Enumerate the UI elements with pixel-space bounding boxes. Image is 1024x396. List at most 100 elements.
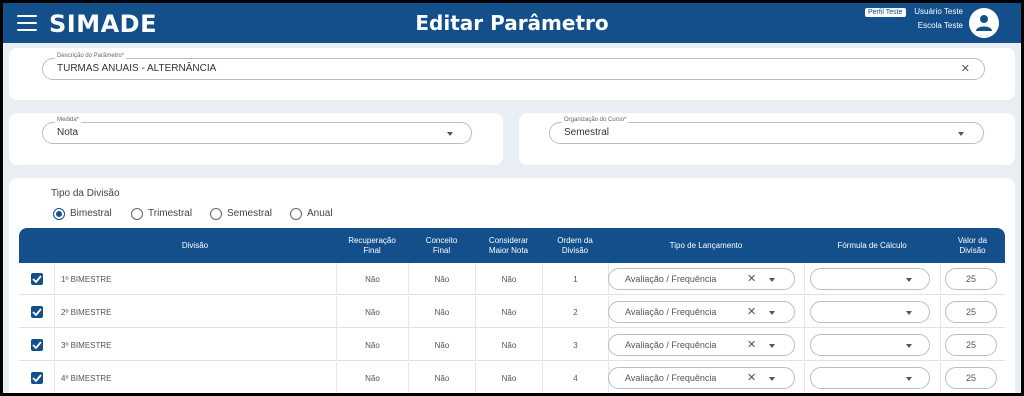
consider-cell: Não [475, 329, 542, 361]
header-launch-type: Tipo de Lançamento [669, 240, 743, 250]
check-icon [32, 341, 42, 349]
radio-trimestral[interactable]: Trimestral [131, 207, 203, 221]
concept-cell: Não [408, 263, 475, 295]
table-row: 4º BIMESTRE Não Não Não 4 Avaliação / Fr… [19, 362, 1005, 393]
value-input[interactable]: 25 [945, 268, 997, 290]
row-checkbox[interactable] [31, 372, 43, 384]
header-recovery: Recuperação Final [348, 235, 396, 255]
header-value: Valor da Divisão [957, 235, 988, 255]
value-input[interactable]: 25 [945, 301, 997, 323]
launch-type-value: Avaliação / Frequência [625, 340, 717, 350]
formula-select[interactable] [810, 268, 930, 290]
chevron-down-icon [769, 311, 775, 315]
profile-badge: Perfil Teste [865, 8, 906, 17]
formula-select[interactable] [810, 367, 930, 389]
app-frame: SIMADE Editar Parâmetro Perfil Teste Usu… [3, 3, 1021, 393]
user-icon [976, 15, 992, 31]
measure-card: Medida* Nota [9, 113, 503, 165]
radio-circle [131, 208, 143, 220]
order-cell: 3 [542, 329, 608, 361]
radio-bimestral[interactable]: Bimestral [53, 207, 123, 221]
top-bar: SIMADE Editar Parâmetro Perfil Teste Usu… [3, 3, 1021, 43]
row-checkbox[interactable] [31, 306, 43, 318]
consider-cell: Não [475, 362, 542, 393]
order-cell: 2 [542, 296, 608, 328]
division-cell: 3º BIMESTRE [54, 329, 336, 361]
launch-type-value: Avaliação / Frequência [625, 373, 717, 383]
radio-circle [210, 208, 222, 220]
course-org-select[interactable]: Organização do Curso* Semestral [549, 117, 984, 144]
description-card: Descrição do Parâmetro* TURMAS ANUAIS - … [9, 48, 1015, 100]
chevron-down-icon [906, 377, 912, 381]
course-org-card: Organização do Curso* Semestral [519, 113, 1015, 165]
launch-type-value: Avaliação / Frequência [625, 274, 717, 284]
recovery-cell: Não [336, 263, 408, 295]
header-order: Ordem da Divisão [557, 235, 593, 255]
check-icon [32, 275, 42, 283]
consider-cell: Não [475, 296, 542, 328]
chevron-down-icon [769, 278, 775, 282]
consider-cell: Não [475, 263, 542, 295]
value-input[interactable]: 25 [945, 334, 997, 356]
radio-circle [290, 208, 302, 220]
row-checkbox[interactable] [31, 339, 43, 351]
chevron-down-icon [769, 344, 775, 348]
formula-select[interactable] [810, 301, 930, 323]
radio-semestral[interactable]: Semestral [210, 207, 282, 221]
table-row: 3º BIMESTRE Não Não Não 3 Avaliação / Fr… [19, 329, 1005, 361]
division-cell: 2º BIMESTRE [54, 296, 336, 328]
measure-label: Medida* [55, 117, 82, 123]
chevron-down-icon [769, 377, 775, 381]
concept-cell: Não [408, 362, 475, 393]
header-formula: Fórmula de Cálculo [837, 240, 907, 250]
measure-select[interactable]: Medida* Nota [42, 117, 472, 144]
course-org-label: Organização do Curso* [562, 117, 629, 123]
concept-cell: Não [408, 329, 475, 361]
table-row: 2º BIMESTRE Não Não Não 2 Avaliação / Fr… [19, 296, 1005, 328]
table-row: 1º BIMESTRE Não Não Não 1 Avaliação / Fr… [19, 263, 1005, 295]
check-icon [32, 374, 42, 382]
chevron-down-icon [447, 132, 453, 136]
radio-circle [53, 208, 65, 220]
order-cell: 1 [542, 263, 608, 295]
divisions-table: Divisão Recuperação Final Conceito Final C… [19, 228, 1005, 393]
chevron-down-icon [906, 278, 912, 282]
clear-icon[interactable]: ✕ [961, 62, 970, 75]
header-concept: Conceito Final [425, 235, 458, 255]
launch-type-value: Avaliação / Frequência [625, 307, 717, 317]
value-input[interactable]: 25 [945, 367, 997, 389]
launch-type-select[interactable]: Avaliação / Frequência ✕ [608, 301, 795, 323]
radio-anual[interactable]: Anual [290, 207, 340, 221]
description-field[interactable]: Descrição do Parâmetro* TURMAS ANUAIS - … [42, 53, 985, 80]
description-value: TURMAS ANUAIS - ALTERNÂNCIA [57, 63, 217, 74]
description-label: Descrição do Parâmetro* [55, 53, 127, 59]
division-cell: 1º BIMESTRE [54, 263, 336, 295]
chevron-down-icon [906, 344, 912, 348]
close-icon[interactable]: ✕ [747, 272, 756, 285]
header-consider: Considerar Maior Nota [488, 235, 529, 255]
launch-type-select[interactable]: Avaliação / Frequência ✕ [608, 367, 795, 389]
measure-value: Nota [57, 127, 79, 138]
close-icon[interactable]: ✕ [747, 338, 756, 351]
user-name: Usuário Teste [914, 7, 963, 16]
row-checkbox[interactable] [31, 273, 43, 285]
course-org-value: Semestral [564, 127, 610, 138]
order-cell: 4 [542, 362, 608, 393]
chevron-down-icon [906, 311, 912, 315]
recovery-cell: Não [336, 296, 408, 328]
formula-select[interactable] [810, 334, 930, 356]
chevron-down-icon [958, 132, 964, 136]
launch-type-select[interactable]: Avaliação / Frequência ✕ [608, 334, 795, 356]
school-name: Escola Teste [917, 21, 963, 30]
check-icon [32, 308, 42, 316]
close-icon[interactable]: ✕ [747, 305, 756, 318]
recovery-cell: Não [336, 329, 408, 361]
header-division: Divisão [181, 240, 209, 250]
launch-type-select[interactable]: Avaliação / Frequência ✕ [608, 268, 795, 290]
concept-cell: Não [408, 296, 475, 328]
close-icon[interactable]: ✕ [747, 371, 756, 384]
division-cell: 4º BIMESTRE [54, 362, 336, 393]
table-header: Divisão Recuperação Final Conceito Final C… [19, 228, 1005, 263]
division-type-label: Tipo da Divisão [51, 188, 120, 199]
avatar-button[interactable] [969, 8, 999, 38]
